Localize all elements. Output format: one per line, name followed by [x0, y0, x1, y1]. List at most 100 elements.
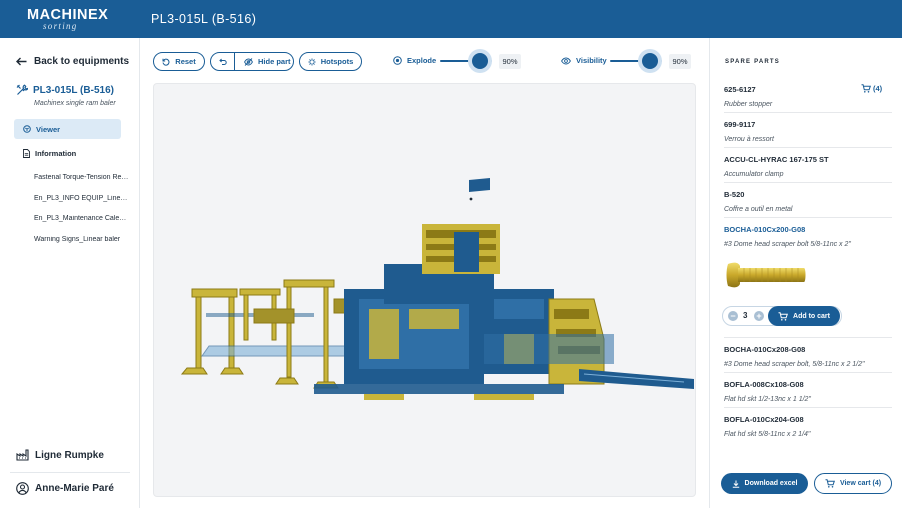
view-cart-label: View cart (4): [839, 480, 882, 487]
part-number: BOFLA-008Cx108-G08: [724, 380, 804, 389]
quantity-decrement-button[interactable]: −: [728, 311, 738, 321]
back-label: Back to equipments: [34, 56, 130, 67]
explode-control-label: Explode: [393, 56, 436, 65]
part-number: 699-9117: [724, 120, 756, 129]
cart-plus-icon: [778, 311, 789, 321]
explode-icon: [393, 56, 402, 65]
explode-slider[interactable]: [440, 53, 492, 69]
document-link[interactable]: Fastenal Torque-Tension Reference Guide: [34, 174, 130, 195]
part-item[interactable]: B-520 Coffre a outil en metal: [724, 190, 892, 213]
user-avatar-icon: [16, 482, 29, 495]
part-divider: [724, 407, 892, 408]
hide-part-group: Hide part: [210, 52, 294, 71]
document-link[interactable]: En_PL3_Maintenance Calendar: [34, 215, 130, 236]
part-number: 625-6127: [724, 85, 756, 94]
sidebar-divider: [10, 472, 130, 473]
download-excel-button[interactable]: Download excel: [721, 473, 808, 494]
cart-icon: [825, 479, 835, 488]
part-divider: [724, 182, 892, 183]
visibility-slider-knob[interactable]: [642, 53, 659, 69]
equipment-name: PL3-015L (B-516): [33, 84, 114, 96]
baler-3d-model[interactable]: [154, 84, 696, 497]
quantity-increment-button[interactable]: +: [754, 311, 764, 321]
view-cart-button[interactable]: View cart (4): [814, 473, 892, 494]
hide-part-button[interactable]: Hide part: [240, 57, 291, 66]
user-name: Anne-Marie Paré: [35, 483, 114, 494]
part-item[interactable]: 625-6127 Rubber stopper: [724, 85, 892, 108]
visibility-control-label: Visibility: [561, 56, 607, 65]
tools-icon: [16, 84, 28, 96]
line-label: Ligne Rumpke: [35, 449, 104, 461]
user-profile[interactable]: Anne-Marie Paré: [16, 482, 114, 495]
part-divider: [724, 147, 892, 148]
hotspots-button[interactable]: Hotspots: [299, 52, 362, 71]
model-bale-chute: [579, 369, 694, 389]
reset-icon: [162, 58, 170, 66]
arrow-left-icon: [16, 57, 27, 66]
part-description: Accumulator clamp: [724, 171, 784, 178]
document-link[interactable]: Warning Signs_Linear baler: [34, 236, 130, 257]
hide-part-label: Hide part: [258, 57, 291, 66]
undo-icon: [218, 58, 227, 65]
part-item[interactable]: BOFLA-010Cx204-G08 Flat hd skt 5/8-11nc …: [724, 415, 892, 438]
part-item[interactable]: BOCHA-010Cx208-G08 #3 Dome head scraper …: [724, 345, 892, 368]
part-description: Flat hd skt 1/2-13nc x 1 1/2": [724, 396, 811, 403]
model-base: [314, 384, 564, 394]
document-link[interactable]: En_PL3_INFO EQUIP_Linear baler: [34, 195, 130, 216]
add-to-cart-label: Add to cart: [793, 312, 830, 320]
explode-value: 90%: [499, 54, 521, 69]
model-left-frame: [180, 288, 244, 375]
nav-item-information-label: Information: [35, 149, 77, 158]
app-header: MACHINEX sorting PL3-015L (B-516): [0, 0, 902, 38]
visibility-slider[interactable]: [610, 53, 662, 69]
part-description: Coffre a outil en metal: [724, 206, 793, 213]
undo-button[interactable]: [211, 53, 235, 70]
part-number: BOFLA-010Cx204-G08: [724, 415, 804, 424]
nav-item-information[interactable]: Information: [23, 149, 76, 158]
part-description: Rubber stopper: [724, 101, 773, 108]
reset-button[interactable]: Reset: [153, 52, 205, 71]
part-number: BOCHA-010Cx208-G08: [724, 345, 806, 354]
part-item[interactable]: 699-9117 Verrou à ressort: [724, 120, 892, 143]
part-number: BOCHA-010Cx200-G08: [724, 225, 806, 234]
visibility-value: 90%: [669, 54, 691, 69]
part-item[interactable]: BOFLA-008Cx108-G08 Flat hd skt 1/2-13nc …: [724, 380, 892, 403]
3d-viewer-canvas[interactable]: [153, 83, 696, 497]
sidebar: Back to equipments PL3-015L (B-516) Mach…: [0, 38, 140, 508]
part-description: #3 Dome head scraper bolt 5/8-11nc x 2": [724, 241, 851, 248]
part-divider: [724, 337, 892, 338]
visibility-label: Visibility: [576, 56, 607, 65]
reset-label: Reset: [175, 57, 196, 66]
back-to-equipments-link[interactable]: Back to equipments: [16, 56, 129, 67]
part-item[interactable]: ACCU-CL-HYRAC 167-175 ST Accumulator cla…: [724, 155, 892, 178]
quantity-value[interactable]: 3: [743, 311, 747, 320]
explode-slider-knob[interactable]: [472, 53, 489, 69]
equipment-title: PL3-015L (B-516): [16, 84, 114, 96]
line-selector[interactable]: Ligne Rumpke: [16, 449, 104, 461]
nav-item-viewer[interactable]: Viewer: [14, 119, 121, 139]
download-icon: [732, 480, 740, 488]
download-excel-label: Download excel: [744, 480, 798, 487]
factory-icon: [16, 449, 29, 461]
part-thumbnail: [724, 258, 808, 292]
explode-label: Explode: [407, 56, 437, 65]
part-divider: [724, 217, 892, 218]
part-number: B-520: [724, 190, 745, 199]
hotspots-icon: [308, 58, 316, 66]
add-to-cart-button[interactable]: Add to cart: [768, 306, 840, 326]
page-title: PL3-015L (B-516): [151, 12, 257, 26]
equipment-subtitle: Machinex single ram baler: [34, 100, 116, 107]
eye-icon: [561, 57, 571, 65]
part-description: Flat hd skt 5/8-11nc x 2 1/4": [724, 431, 811, 438]
part-item-selected[interactable]: BOCHA-010Cx200-G08 #3 Dome head scraper …: [724, 225, 892, 248]
logo-tagline: sorting: [43, 21, 78, 31]
part-number: ACCU-CL-HYRAC 167-175 ST: [724, 155, 829, 164]
part-description: Verrou à ressort: [724, 136, 774, 143]
part-description: #3 Dome head scraper bolt, 5/8-11nc x 2 …: [724, 361, 865, 368]
spare-parts-panel: SPARE PARTS (4) 625-6127 Rubber stopper …: [709, 38, 902, 508]
nav-item-viewer-label: Viewer: [36, 124, 61, 134]
cube-icon: [23, 125, 31, 133]
document-list: Fastenal Torque-Tension Reference Guide …: [34, 174, 130, 256]
machinex-logo[interactable]: MACHINEX sorting: [27, 8, 108, 32]
part-divider: [724, 112, 892, 113]
